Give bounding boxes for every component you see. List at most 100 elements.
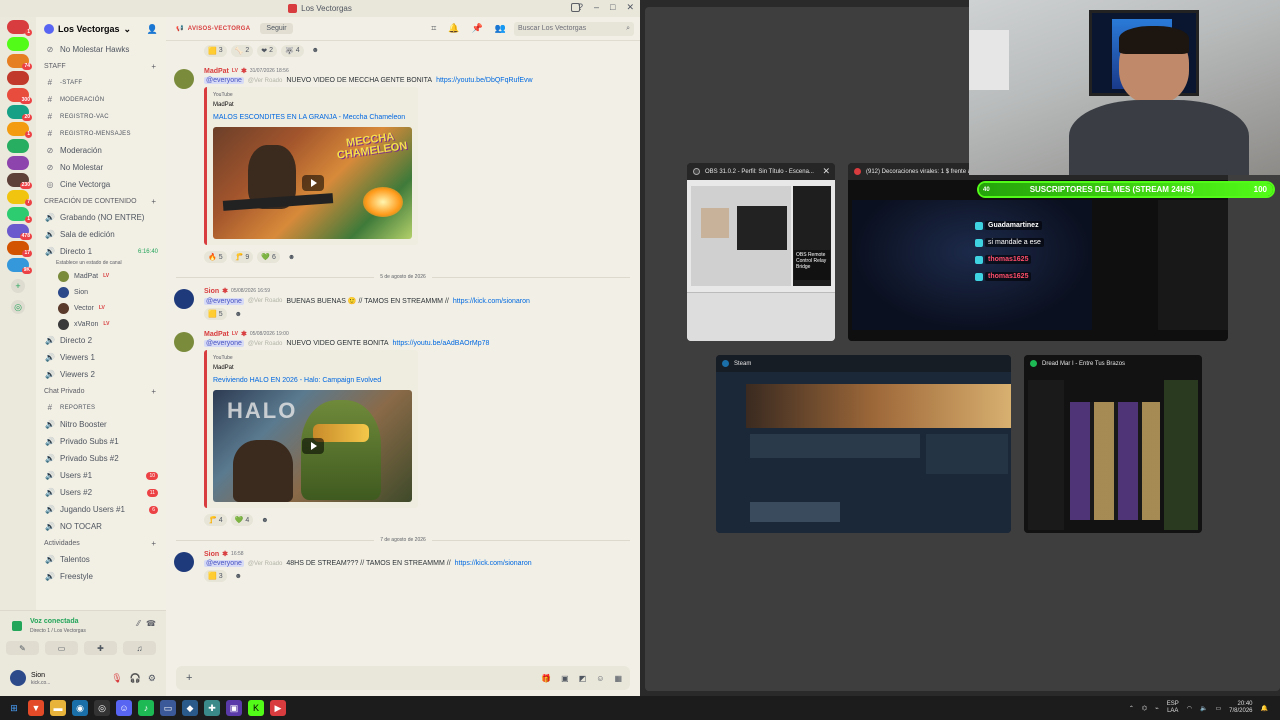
avatar[interactable] xyxy=(174,332,194,352)
soundboard-button[interactable]: ♫ xyxy=(123,641,156,655)
channel-item[interactable]: 🔊 Viewers 1 xyxy=(36,349,166,366)
close-icon[interactable]: ✕ xyxy=(822,166,830,177)
server-icon[interactable]: 74 xyxy=(7,54,32,70)
add-reaction-icon[interactable]: ☻ xyxy=(308,45,323,57)
server-icon[interactable] xyxy=(7,156,29,170)
youtube-icon[interactable]: ▶ xyxy=(270,700,286,716)
add-reaction-icon[interactable]: ☻ xyxy=(257,514,272,526)
battery-icon[interactable]: ▭ xyxy=(1215,705,1221,712)
steam-icon[interactable]: ◉ xyxy=(72,700,88,716)
everyone-mention[interactable]: @everyone xyxy=(204,340,244,347)
voice-user[interactable]: Sion xyxy=(36,284,166,300)
channel-item[interactable]: 🔊 Privado Subs #1 xyxy=(36,433,166,450)
message-author[interactable]: Sion xyxy=(204,551,219,558)
message-author[interactable]: Sion xyxy=(204,288,219,295)
play-icon[interactable] xyxy=(301,438,324,454)
start-icon[interactable]: ⊞ xyxy=(6,700,22,716)
channel-item[interactable]: 🔊 Directo 1 6:16:40 xyxy=(36,243,166,260)
spotify-icon[interactable]: ♪ xyxy=(138,700,154,716)
follow-button[interactable]: Seguir xyxy=(260,23,293,34)
chrome-icon[interactable]: ◎ xyxy=(94,700,110,716)
bell-icon[interactable]: 🔔 xyxy=(448,23,459,34)
message-link[interactable]: https://youtu.be/DbQFqRufEvw xyxy=(436,77,533,84)
everyone-mention[interactable]: @everyone xyxy=(204,77,244,84)
sticker-icon[interactable]: ◩ xyxy=(579,674,587,683)
app-icon[interactable]: ✚ xyxy=(204,700,220,716)
voice-user[interactable]: MadPat LV xyxy=(36,268,166,284)
usb-icon[interactable]: ⌁ xyxy=(1155,705,1159,712)
channel-item[interactable]: 🔊 Viewers 2 xyxy=(36,366,166,383)
screen-share-button[interactable]: ▭ xyxy=(45,641,78,655)
server-icon[interactable]: 300 xyxy=(7,88,32,104)
apps-icon[interactable]: ▦ xyxy=(614,674,622,683)
add-channel-icon[interactable]: + xyxy=(151,62,156,71)
everyone-mention[interactable]: @everyone xyxy=(204,297,244,305)
channel-item[interactable]: 🔊 Talentos xyxy=(36,551,166,568)
avatar[interactable] xyxy=(10,670,26,686)
server-icon[interactable]: 478 xyxy=(7,224,32,240)
add-reaction-icon[interactable]: ☻ xyxy=(231,308,246,320)
message-link[interactable]: https://youtu.be/aAdBAOrMp78 xyxy=(393,340,490,347)
channel-item[interactable]: 🔊 Privado Subs #2 xyxy=(36,450,166,467)
play-icon[interactable] xyxy=(301,175,324,191)
window-thumbnail-steam[interactable]: Steam xyxy=(716,355,1011,533)
wifi-icon[interactable]: ◠ xyxy=(1187,705,1192,712)
chevron-up-icon[interactable]: ⌃ xyxy=(1129,705,1134,712)
reaction[interactable]: 🦵 4 xyxy=(204,514,227,526)
channel-item[interactable]: # REGISTRO-MENSAJES xyxy=(36,125,166,142)
reaction[interactable]: 🦴 2 xyxy=(230,44,254,57)
discover-icon[interactable]: ◎ xyxy=(11,300,25,314)
language-indicator[interactable]: ESP LAA xyxy=(1167,701,1179,715)
maximize-button[interactable]: □ xyxy=(610,2,615,13)
add-server-icon[interactable]: + xyxy=(11,279,25,293)
minimize-button[interactable]: – xyxy=(594,2,599,13)
app-icon[interactable]: ▣ xyxy=(226,700,242,716)
embed-title[interactable]: Reviviendo HALO EN 2026 - Halo: Campaign… xyxy=(213,376,412,386)
notifications-icon[interactable]: 🔔 xyxy=(1261,705,1268,712)
server-icon[interactable]: 9K xyxy=(7,258,32,274)
clock[interactable]: 20:40 7/8/2026 xyxy=(1229,701,1252,715)
server-icon[interactable] xyxy=(7,71,29,85)
channel-item[interactable]: ◎ Cine Vectorga xyxy=(36,176,166,193)
channel-item[interactable]: 🔊 NO TOCAR xyxy=(36,518,166,535)
kick-icon[interactable]: K xyxy=(248,700,264,716)
settings-gear-icon[interactable]: ⚙ xyxy=(148,673,156,684)
user-info[interactable]: Sion kick.co... xyxy=(31,671,50,686)
channel-item[interactable]: 🔊 Jugando Users #1 6 xyxy=(36,501,166,518)
embed-author[interactable]: MadPat xyxy=(213,365,412,371)
reaction[interactable]: 🔥 5 xyxy=(204,251,227,263)
voice-user[interactable]: xVaRon LV xyxy=(36,316,166,332)
reaction[interactable]: 🐺 4 xyxy=(281,44,304,57)
add-channel-icon[interactable]: + xyxy=(151,387,156,396)
channel-item[interactable]: 🔊 Directo 2 xyxy=(36,332,166,349)
channel-category[interactable]: CREACIÓN DE CONTENIDO + xyxy=(36,193,166,209)
volume-icon[interactable]: 🔈 xyxy=(1200,705,1207,712)
voice-user[interactable]: Vector LV xyxy=(36,300,166,316)
app-icon[interactable]: ▭ xyxy=(160,700,176,716)
add-channel-icon[interactable]: + xyxy=(151,539,156,548)
add-member-icon[interactable]: 👤 xyxy=(147,24,158,35)
pin-icon[interactable]: 📌 xyxy=(472,23,483,34)
add-attachment-icon[interactable]: + xyxy=(186,672,192,684)
help-icon[interactable]: ? xyxy=(578,2,583,13)
close-button[interactable]: ✕ xyxy=(626,2,634,13)
deafen-icon[interactable]: 🎧 xyxy=(130,673,141,684)
voice-status[interactable]: Voz conectada xyxy=(30,618,79,625)
video-thumbnail[interactable]: HALO xyxy=(213,390,412,502)
reaction[interactable]: 🟨 5 xyxy=(204,308,227,320)
avatar[interactable] xyxy=(174,69,194,89)
channel-item[interactable]: # REPORTES xyxy=(36,399,166,416)
add-reaction-icon[interactable]: ☻ xyxy=(284,251,299,263)
channel-item[interactable]: 🔊 Users #2 11 xyxy=(36,484,166,501)
reaction[interactable]: 🟨 3 xyxy=(204,44,227,57)
reaction[interactable]: 💚 6 xyxy=(257,251,280,263)
network-icon[interactable]: ⌬ xyxy=(1142,705,1147,712)
server-icon[interactable]: 1 xyxy=(7,207,32,223)
message-author[interactable]: MadPat xyxy=(204,68,229,75)
search-input[interactable]: Buscar Los Vectorgas ⌕ xyxy=(514,21,634,36)
channel-item[interactable]: 🔊 Grabando (NO ENTRE) xyxy=(36,209,166,226)
channel-item[interactable]: # REGISTRO-VAC xyxy=(36,108,166,125)
channel-item[interactable]: # -STAFF xyxy=(36,74,166,91)
server-icon[interactable]: 1 xyxy=(7,20,32,36)
avatar[interactable] xyxy=(174,289,194,309)
